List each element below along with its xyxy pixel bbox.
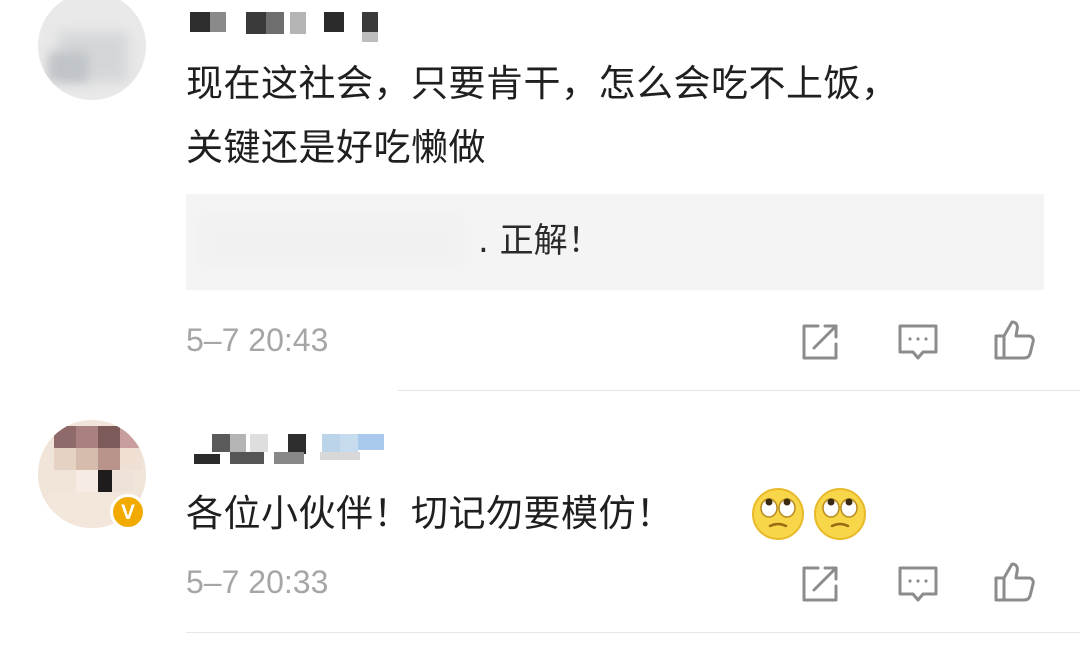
eye-roll-emoji	[750, 486, 806, 542]
eye-roll-emoji	[812, 486, 868, 542]
like-icon[interactable]	[992, 560, 1036, 604]
timestamp: 5–7 20:33	[186, 564, 329, 600]
comment-item: V 各位小伙伴！切记勿要模仿！ 5–7 20:33	[0, 0, 1080, 650]
verified-badge: V	[110, 494, 146, 530]
comment-text: 各位小伙伴！切记勿要模仿！	[186, 492, 674, 535]
username-blurred[interactable]	[190, 432, 390, 466]
share-icon[interactable]	[798, 562, 842, 606]
comment-icon[interactable]	[896, 562, 940, 606]
divider	[186, 632, 1080, 633]
